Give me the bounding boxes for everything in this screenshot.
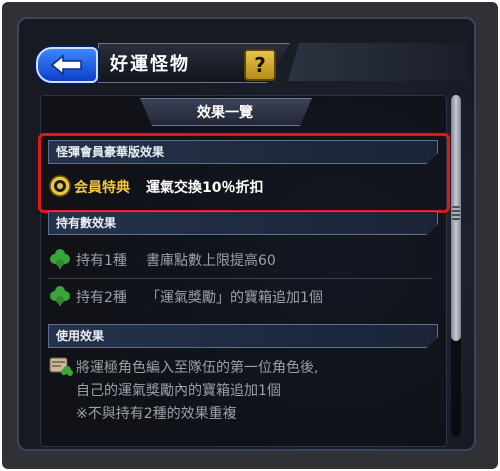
usage-note: ※不與持有2種的效果重複: [76, 406, 237, 422]
possession-label-1: 持有1種: [76, 253, 127, 269]
possession-category-label: 持有數效果: [56, 216, 117, 230]
possession-text-1: 書庫點數上限提高60: [146, 253, 276, 269]
row-divider: [48, 278, 433, 279]
page-title: 好運怪物: [110, 54, 190, 75]
back-arrow-icon: [50, 54, 82, 76]
highlight-box: [38, 133, 450, 213]
section-title: 效果一覽: [197, 105, 253, 121]
usage-category-label: 使用效果: [56, 329, 105, 343]
clover-icon: [50, 249, 70, 269]
team-deck-icon: [49, 357, 73, 376]
possession-text-2: 「運氣獎勵」的寶箱追加1個: [146, 290, 323, 306]
header-decoration: [288, 43, 468, 81]
possession-label-2: 持有2種: [76, 290, 127, 306]
help-button[interactable]: ?: [244, 49, 276, 81]
usage-line-1: 將運極角色編入至隊伍的第一位角色後,: [76, 360, 319, 376]
clover-icon: [50, 286, 70, 306]
scrollbar-grip: [452, 206, 460, 222]
usage-line-2: 自己的運氣獎勵內的寶箱追加1個: [76, 383, 281, 399]
back-button[interactable]: [36, 47, 98, 83]
usage-category-bar: [48, 324, 438, 348]
